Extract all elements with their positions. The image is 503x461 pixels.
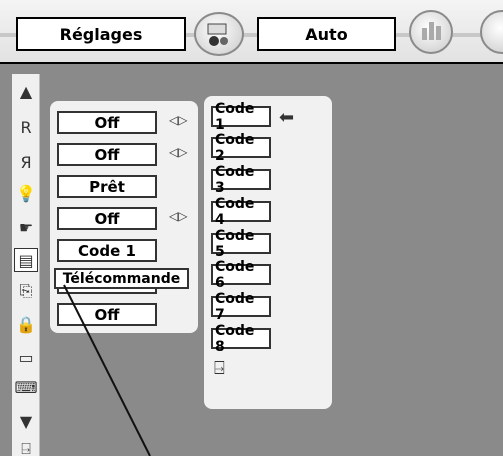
pointer-line — [63, 284, 151, 456]
screen: Réglages Auto ▲ R Я 💡 ☛ ▤ ⎘ 🔒 ▭ ⌨ ▼ ⍈ Of… — [0, 0, 503, 458]
